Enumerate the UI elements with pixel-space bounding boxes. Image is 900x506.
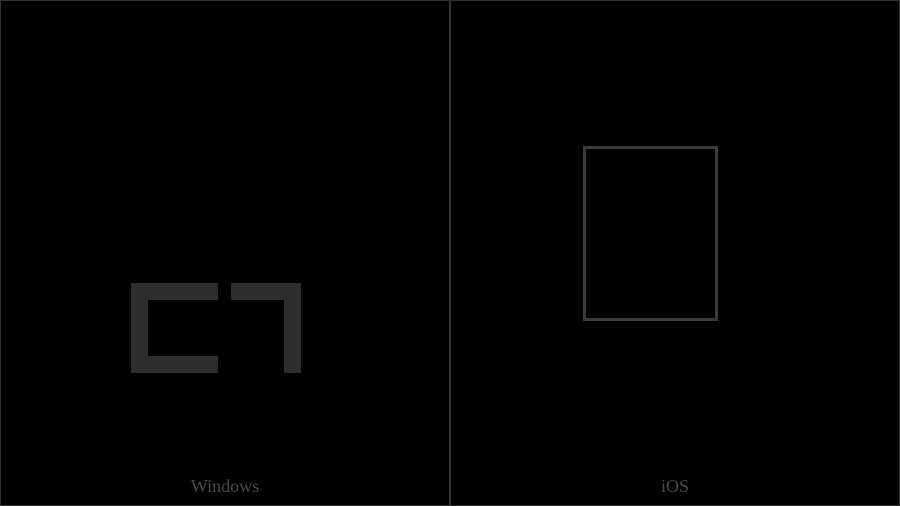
broken-bracket-glyph-icon (131, 283, 301, 373)
windows-panel: Windows (0, 0, 450, 506)
panel-label-windows: Windows (191, 476, 259, 497)
ios-glyph-area (451, 1, 899, 505)
windows-glyph-area (1, 1, 449, 505)
panel-label-ios: iOS (661, 476, 689, 497)
ios-panel: iOS (450, 0, 900, 506)
missing-glyph-box-icon (583, 146, 718, 321)
